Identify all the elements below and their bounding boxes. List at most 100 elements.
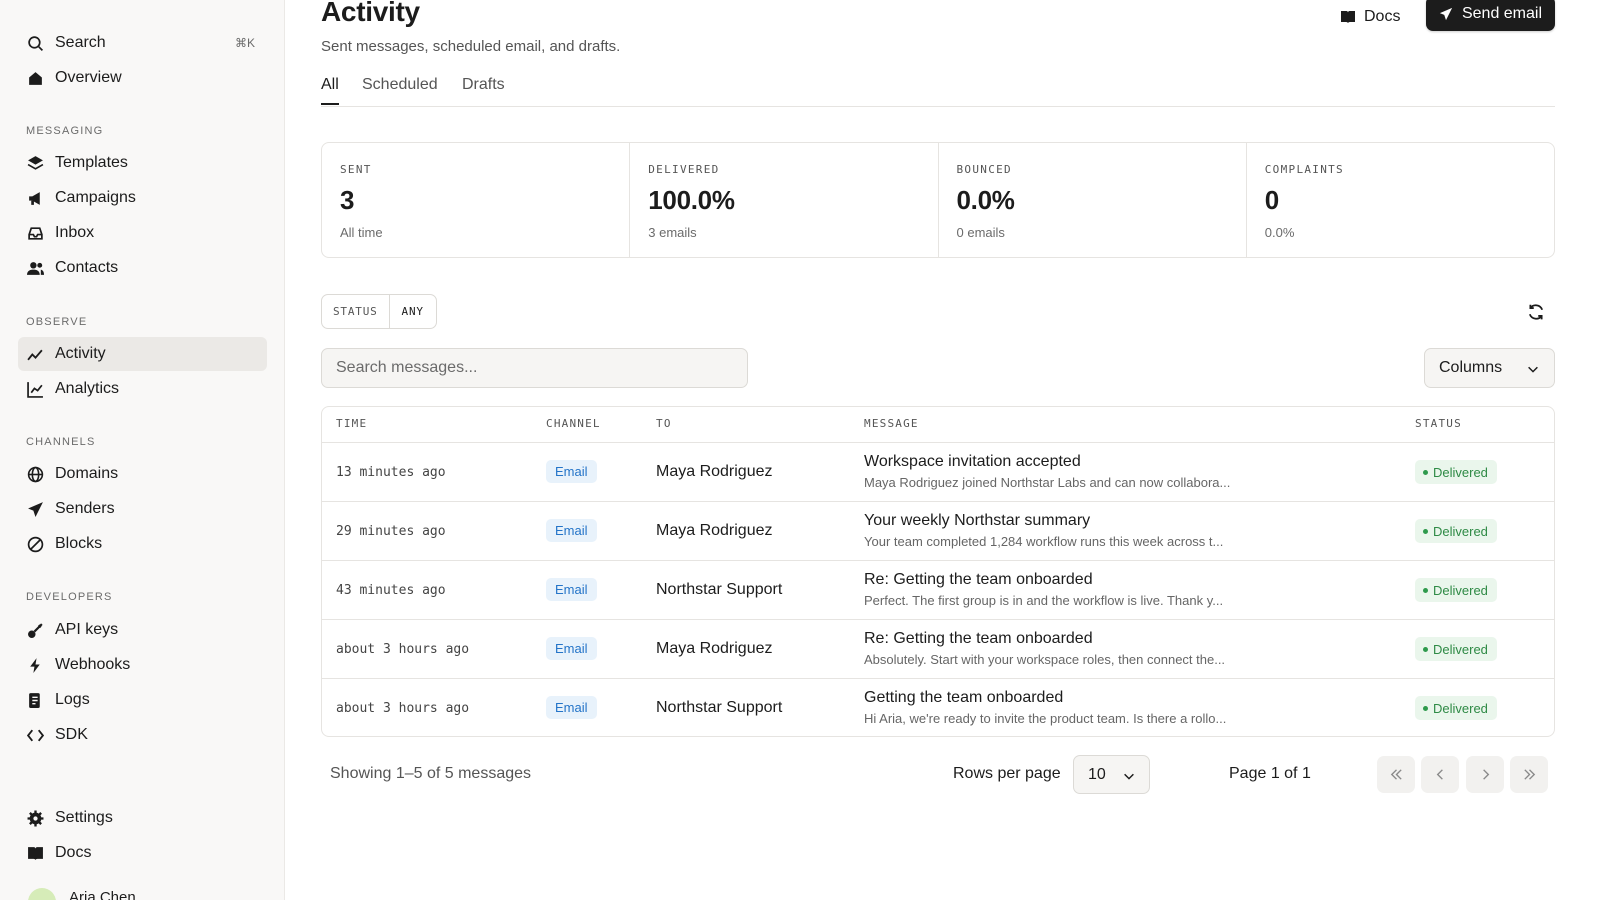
row-time: 13 minutes ago <box>336 465 446 480</box>
status-filter[interactable]: STATUS ANY <box>321 294 437 329</box>
chevron-left-icon <box>1436 769 1443 780</box>
page-title: Activity <box>321 0 420 27</box>
row-time: 43 minutes ago <box>336 583 446 598</box>
column-header-message[interactable]: MESSAGE <box>864 417 919 430</box>
sidebar-item-api-keys[interactable]: API keys <box>18 613 267 647</box>
showing-count: Showing 1–5 of 5 messages <box>330 765 532 782</box>
stat-delivered: DELIVERED 100.0% 3 emails <box>630 143 939 257</box>
tab-bar: All Scheduled Drafts <box>321 66 1555 107</box>
sidebar-item-sdk[interactable]: SDK <box>18 718 267 752</box>
page-indicator: Page 1 of 1 <box>1229 765 1311 782</box>
sidebar-item-contacts[interactable]: Contacts <box>18 251 267 285</box>
sidebar-item-docs[interactable]: Docs <box>18 836 267 870</box>
docs-button-label: Docs <box>1364 8 1401 25</box>
section-label-developers: DEVELOPERS <box>26 591 113 603</box>
inbox-icon <box>27 225 44 242</box>
status-dot-icon <box>1423 469 1428 475</box>
table-row[interactable]: 29 minutes ago Email Maya Rodriguez Your… <box>322 502 1554 561</box>
first-page-button[interactable] <box>1377 756 1415 793</box>
column-header-status[interactable]: STATUS <box>1415 417 1462 430</box>
row-time: about 3 hours ago <box>336 642 470 657</box>
users-icon <box>27 260 44 277</box>
sidebar-item-label: Settings <box>55 809 113 826</box>
status-badge: Delivered <box>1415 578 1497 602</box>
megaphone-icon <box>27 190 44 207</box>
status-dot-icon <box>1423 587 1428 593</box>
chevrons-right-icon <box>1523 769 1535 780</box>
avatar[interactable] <box>28 888 56 900</box>
table-row[interactable]: 43 minutes ago Email Northstar Support R… <box>322 561 1554 620</box>
layers-icon <box>27 155 44 172</box>
tab-all[interactable]: All <box>321 76 339 105</box>
sidebar-item-campaigns[interactable]: Campaigns <box>18 181 267 215</box>
table-row[interactable]: 13 minutes ago Email Maya Rodriguez Work… <box>322 443 1554 502</box>
column-header-to[interactable]: TO <box>656 417 672 430</box>
column-header-channel[interactable]: CHANNEL <box>546 417 601 430</box>
sidebar-item-domains[interactable]: Domains <box>18 457 267 491</box>
status-dot-icon <box>1423 705 1428 711</box>
sidebar-item-inbox[interactable]: Inbox <box>18 216 267 250</box>
sidebar-item-label: Blocks <box>55 535 103 552</box>
sidebar-item-label: Campaigns <box>55 189 136 206</box>
page-subtitle: Sent messages, scheduled email, and draf… <box>321 38 621 55</box>
messages-table: TIME CHANNEL TO MESSAGE STATUS 13 minute… <box>321 406 1555 737</box>
next-page-button[interactable] <box>1466 756 1504 793</box>
chevrons-left-icon <box>1390 769 1402 780</box>
stat-sub: 0.0% <box>1264 225 1295 240</box>
sidebar-item-templates[interactable]: Templates <box>18 146 267 180</box>
channel-badge: Email <box>546 519 597 542</box>
send-icon <box>1439 7 1453 20</box>
columns-label: Columns <box>1439 359 1503 376</box>
refresh-icon[interactable] <box>1527 303 1545 321</box>
sidebar-item-analytics[interactable]: Analytics <box>18 372 267 406</box>
status-dot-icon <box>1423 646 1428 652</box>
message-title: Getting the team onboarded <box>864 689 1064 706</box>
sidebar-item-activity[interactable]: Activity <box>18 337 267 371</box>
columns-button[interactable]: Columns <box>1424 348 1555 388</box>
status-badge: Delivered <box>1415 519 1497 543</box>
status-dot-icon <box>1423 528 1428 534</box>
book-icon <box>1341 11 1355 23</box>
stat-value: 0 <box>1264 185 1279 215</box>
search-input[interactable] <box>321 348 748 388</box>
ban-icon <box>27 536 44 553</box>
sidebar-item-blocks[interactable]: Blocks <box>18 527 267 561</box>
row-recipient: Maya Rodriguez <box>656 522 773 539</box>
activity-icon <box>27 346 44 363</box>
stat-sub: 0 emails <box>956 225 1005 240</box>
sidebar-item-logs[interactable]: Logs <box>18 683 267 717</box>
message-preview: Perfect. The first group is in and the w… <box>864 593 1224 608</box>
table-row[interactable]: about 3 hours ago Email Northstar Suppor… <box>322 679 1554 736</box>
table-row[interactable]: about 3 hours ago Email Maya Rodriguez R… <box>322 620 1554 679</box>
tab-scheduled[interactable]: Scheduled <box>362 76 438 103</box>
chart-line-icon <box>27 381 44 398</box>
sidebar-search[interactable]: Search ⌘K <box>18 26 267 60</box>
status-badge: Delivered <box>1415 696 1497 720</box>
rows-per-page-label: Rows per page <box>953 765 1061 782</box>
sidebar-item-webhooks[interactable]: Webhooks <box>18 648 267 682</box>
tab-drafts[interactable]: Drafts <box>462 76 505 103</box>
search-shortcut: ⌘K <box>234 36 255 50</box>
column-header-time[interactable]: TIME <box>336 417 367 430</box>
sidebar-item-label: Logs <box>55 691 90 708</box>
last-page-button[interactable] <box>1510 756 1548 793</box>
previous-page-button[interactable] <box>1421 756 1459 793</box>
row-recipient: Northstar Support <box>656 581 783 598</box>
message-title: Re: Getting the team onboarded <box>864 630 1093 647</box>
channel-badge: Email <box>546 637 597 660</box>
rows-per-page-select[interactable]: 10 <box>1073 755 1150 794</box>
sidebar-item-settings[interactable]: Settings <box>18 801 267 835</box>
bolt-icon <box>27 657 44 674</box>
sidebar-item-senders[interactable]: Senders <box>18 492 267 526</box>
code-icon <box>27 727 44 744</box>
search-icon <box>27 35 44 52</box>
send-icon <box>27 501 44 518</box>
stat-value: 100.0% <box>648 185 735 215</box>
stats-panel: SENT 3 All time DELIVERED 100.0% 3 email… <box>321 142 1555 258</box>
docs-button[interactable]: Docs <box>1340 2 1400 32</box>
send-email-button[interactable]: Send email <box>1426 0 1555 31</box>
sidebar-item-overview[interactable]: Overview <box>18 61 267 95</box>
stat-value: 3 <box>340 185 355 215</box>
row-time: 29 minutes ago <box>336 524 446 539</box>
message-preview: Maya Rodriguez joined Northstar Labs and… <box>864 475 1231 490</box>
